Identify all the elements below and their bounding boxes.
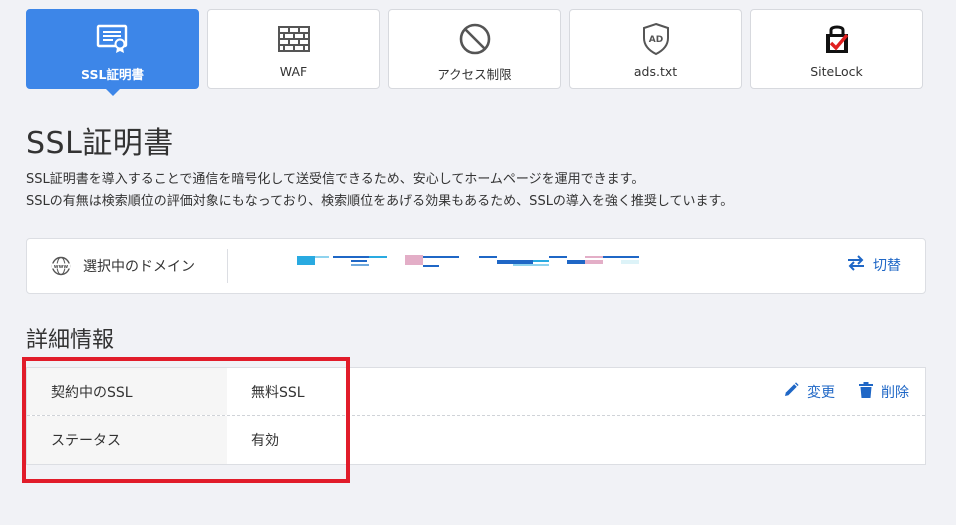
tab-label: WAF [279,64,308,79]
tab-waf[interactable]: WAF [207,9,380,89]
delete-label: 削除 [881,385,909,401]
change-label: 変更 [807,385,835,401]
detail-table: 契約中のSSL 無料SSL 変更 削除 ステータス 有効 [26,367,926,465]
certificate-icon [96,22,130,56]
description-line: SSLの有無は検索順位の評価対象にもなっており、検索順位をあげる効果もあるため、… [26,194,734,209]
page-description: SSL証明書を導入することで通信を暗号化して送受信できるため、安心してホームペー… [26,169,733,213]
tab-access-restriction[interactable]: アクセス制限 [388,9,561,89]
svg-text:AD: AD [648,35,662,45]
tab-ssl[interactable]: SSL証明書 [26,9,199,96]
swap-arrows-icon [847,255,865,275]
masked-domain-name [297,255,639,267]
delete-button[interactable]: 削除 [859,382,909,402]
svg-text:www: www [54,264,69,270]
table-row: ステータス 有効 [27,416,925,464]
detail-section-title: 詳細情報 [26,328,115,353]
trash-icon [859,382,873,402]
sitelock-icon [822,22,852,56]
domain-selector: www 選択中のドメイン 切替 [26,238,926,294]
switch-domain-button[interactable]: 切替 [847,255,901,275]
domain-label: 選択中のドメイン [83,259,195,275]
service-tabs: SSL証明書 WAF アクセス制限 AD ads.txt SiteLock [26,9,923,96]
tab-label: SiteLock [810,64,863,79]
divider [227,249,228,283]
prohibited-icon [458,22,492,56]
www-globe-icon: www [51,256,71,276]
tab-label: アクセス制限 [437,67,512,82]
pencil-icon [783,382,799,402]
tab-label: ads.txt [633,64,678,79]
description-line: SSL証明書を導入することで通信を暗号化して送受信できるため、安心してホームペー… [26,172,645,187]
tab-label: SSL証明書 [81,67,144,82]
table-row: 契約中のSSL 無料SSL 変更 削除 [27,368,925,416]
row-value: 無料SSL [251,384,305,401]
change-button[interactable]: 変更 [783,382,835,402]
firewall-icon [277,22,311,56]
tab-ads-txt[interactable]: AD ads.txt [569,9,742,89]
page-title: SSL証明書 [26,126,174,161]
row-key: ステータス [27,416,227,464]
switch-label: 切替 [873,258,901,274]
row-actions: 変更 削除 [783,382,909,402]
row-value: 有効 [251,433,279,449]
row-key: 契約中のSSL [27,368,227,415]
ad-shield-icon: AD [641,22,671,56]
tab-sitelock[interactable]: SiteLock [750,9,923,89]
